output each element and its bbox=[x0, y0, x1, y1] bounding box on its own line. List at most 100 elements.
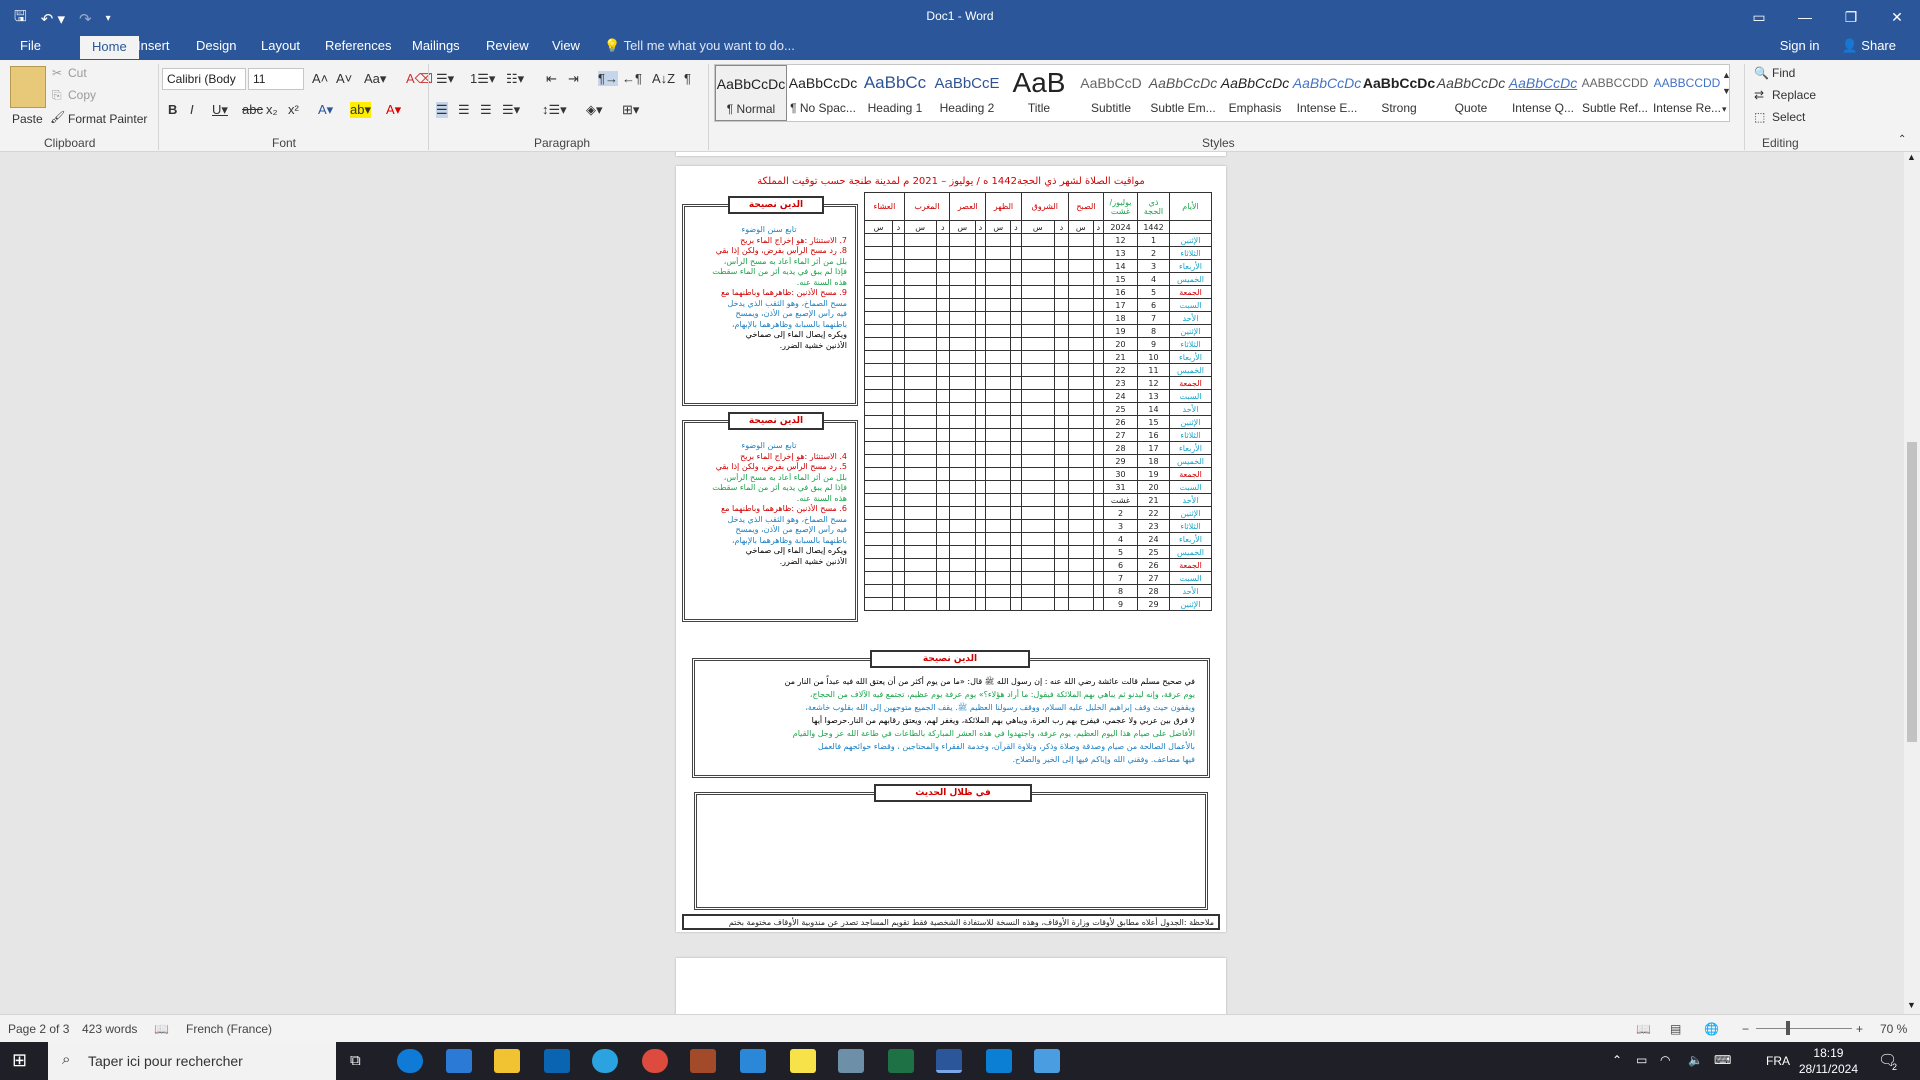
time-cell[interactable] bbox=[985, 571, 1012, 585]
time-cell[interactable] bbox=[1010, 272, 1022, 286]
align-right-icon[interactable]: ☰ bbox=[480, 102, 492, 118]
rtl-direction-icon[interactable]: ←¶ bbox=[622, 71, 642, 86]
time-cell[interactable] bbox=[935, 324, 951, 338]
time-cell[interactable] bbox=[949, 311, 976, 325]
time-cell[interactable] bbox=[1053, 493, 1069, 507]
input-language[interactable]: FRA bbox=[1766, 1054, 1790, 1068]
time-cell[interactable] bbox=[903, 376, 937, 390]
time-cell[interactable] bbox=[974, 480, 987, 494]
italic-icon[interactable]: I bbox=[190, 102, 194, 117]
time-cell[interactable] bbox=[1020, 324, 1055, 338]
gallery-scroll-down-icon[interactable]: ▼ bbox=[1722, 86, 1731, 96]
time-cell[interactable] bbox=[864, 350, 893, 364]
time-cell[interactable] bbox=[1020, 506, 1055, 520]
time-cell[interactable] bbox=[1020, 350, 1055, 364]
style-heading-1[interactable]: AaBbCc Heading 1 bbox=[859, 65, 931, 121]
format-painter-button[interactable]: Format Painter bbox=[68, 112, 147, 126]
time-cell[interactable] bbox=[1020, 441, 1055, 455]
time-cell[interactable] bbox=[985, 454, 1012, 468]
time-cell[interactable] bbox=[1092, 259, 1105, 273]
time-cell[interactable] bbox=[985, 519, 1012, 533]
time-cell[interactable] bbox=[974, 545, 987, 559]
time-cell[interactable] bbox=[903, 337, 937, 351]
vertical-scrollbar[interactable]: ▲ ▼ bbox=[1904, 152, 1920, 1014]
time-cell[interactable] bbox=[1053, 506, 1069, 520]
time-cell[interactable] bbox=[974, 285, 987, 299]
time-cell[interactable] bbox=[891, 363, 905, 377]
time-cell[interactable] bbox=[949, 272, 976, 286]
time-cell[interactable] bbox=[903, 454, 937, 468]
time-cell[interactable] bbox=[1020, 337, 1055, 351]
word-icon[interactable] bbox=[936, 1049, 962, 1073]
time-cell[interactable] bbox=[935, 506, 951, 520]
time-cell[interactable] bbox=[1053, 311, 1069, 325]
time-cell[interactable] bbox=[903, 467, 937, 481]
style-strong[interactable]: AaBbCcDc Strong bbox=[1363, 65, 1435, 121]
time-cell[interactable] bbox=[985, 324, 1012, 338]
time-cell[interactable] bbox=[891, 285, 905, 299]
font-name-box[interactable]: Calibri (Body bbox=[162, 68, 246, 90]
time-cell[interactable] bbox=[1020, 428, 1055, 442]
paste-button[interactable]: Paste bbox=[12, 112, 43, 126]
time-cell[interactable] bbox=[903, 532, 937, 546]
time-cell[interactable] bbox=[1067, 389, 1094, 403]
time-cell[interactable] bbox=[1010, 558, 1022, 572]
edge-icon[interactable] bbox=[397, 1049, 423, 1073]
time-cell[interactable] bbox=[891, 571, 905, 585]
time-cell[interactable] bbox=[1067, 298, 1094, 312]
time-cell[interactable] bbox=[891, 506, 905, 520]
time-cell[interactable] bbox=[985, 272, 1012, 286]
time-cell[interactable] bbox=[864, 324, 893, 338]
time-cell[interactable] bbox=[891, 597, 905, 611]
time-cell[interactable] bbox=[1092, 337, 1105, 351]
time-cell[interactable] bbox=[985, 350, 1012, 364]
time-cell[interactable] bbox=[935, 597, 951, 611]
style-subtitle[interactable]: AaBbCcD Subtitle bbox=[1075, 65, 1147, 121]
time-cell[interactable] bbox=[864, 285, 893, 299]
close-button[interactable]: ✕ bbox=[1874, 0, 1920, 34]
time-cell[interactable] bbox=[1053, 402, 1069, 416]
time-cell[interactable] bbox=[1092, 389, 1105, 403]
show-marks-icon[interactable]: ¶ bbox=[684, 71, 691, 86]
time-cell[interactable] bbox=[864, 337, 893, 351]
time-cell[interactable] bbox=[1010, 389, 1022, 403]
time-cell[interactable] bbox=[864, 454, 893, 468]
ribbon-display-options-icon[interactable]: ▭ bbox=[1736, 0, 1782, 34]
web-layout-icon[interactable]: 🌐 bbox=[1704, 1022, 1719, 1036]
time-cell[interactable] bbox=[974, 337, 987, 351]
replace-button[interactable]: Replace bbox=[1772, 88, 1816, 102]
copy-icon[interactable]: ⎘ bbox=[52, 88, 62, 103]
decrease-indent-icon[interactable]: ⇤ bbox=[546, 71, 557, 87]
time-cell[interactable] bbox=[891, 389, 905, 403]
time-cell[interactable] bbox=[1067, 272, 1094, 286]
style-quote[interactable]: AaBbCcDc Quote bbox=[1435, 65, 1507, 121]
time-cell[interactable] bbox=[985, 597, 1012, 611]
tools-icon[interactable] bbox=[838, 1049, 864, 1073]
time-cell[interactable] bbox=[864, 493, 893, 507]
time-cell[interactable] bbox=[1010, 428, 1022, 442]
style-subtle-emphasis[interactable]: AaBbCcDc Subtle Em... bbox=[1147, 65, 1219, 121]
tell-me-search[interactable]: 💡 Tell me what you want to do... bbox=[604, 38, 795, 54]
grow-font-icon[interactable]: A˄ bbox=[312, 71, 328, 86]
time-cell[interactable] bbox=[891, 350, 905, 364]
time-cell[interactable] bbox=[891, 467, 905, 481]
time-cell[interactable] bbox=[903, 311, 937, 325]
time-cell[interactable] bbox=[1020, 480, 1055, 494]
time-cell[interactable] bbox=[974, 532, 987, 546]
battery-icon[interactable]: ▭ bbox=[1636, 1053, 1647, 1067]
time-cell[interactable] bbox=[949, 584, 976, 598]
time-cell[interactable] bbox=[1092, 402, 1105, 416]
time-cell[interactable] bbox=[1092, 415, 1105, 429]
subscript-icon[interactable]: x₂ bbox=[266, 102, 278, 117]
time-cell[interactable] bbox=[1010, 363, 1022, 377]
time-cell[interactable] bbox=[1010, 571, 1022, 585]
time-cell[interactable] bbox=[1092, 233, 1105, 247]
time-cell[interactable] bbox=[974, 363, 987, 377]
justify-icon[interactable]: ☰▾ bbox=[502, 102, 520, 118]
page-count[interactable]: Page 2 of 3 bbox=[8, 1022, 69, 1036]
time-cell[interactable] bbox=[985, 532, 1012, 546]
time-cell[interactable] bbox=[1053, 441, 1069, 455]
time-cell[interactable] bbox=[1020, 415, 1055, 429]
time-cell[interactable] bbox=[1067, 532, 1094, 546]
time-cell[interactable] bbox=[935, 467, 951, 481]
